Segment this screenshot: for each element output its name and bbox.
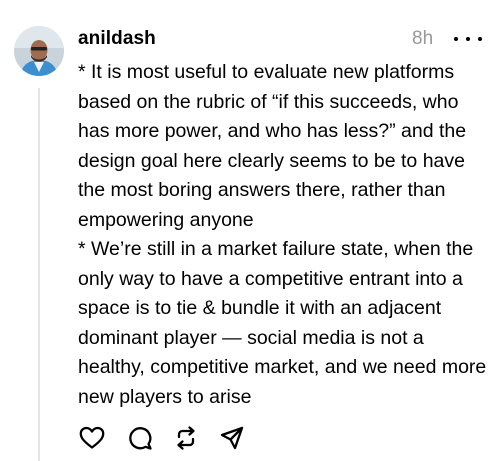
post-text: * It is most useful to evaluate new plat…	[78, 58, 493, 412]
thread-post: anildash 8h * It is most useful to evalu…	[0, 0, 499, 461]
post-text-line: empowering anyone	[78, 208, 254, 231]
share-icon[interactable]	[218, 424, 246, 452]
post-text-line: space is to tie & bundle it with an adja…	[78, 297, 442, 319]
more-options-icon[interactable]	[454, 30, 482, 48]
post-text-line: has more power, and who has less?” and t…	[78, 120, 467, 142]
avatar[interactable]	[14, 26, 64, 76]
thread-line	[38, 88, 40, 461]
post-text-line: the most boring answers there, rather th…	[78, 179, 446, 201]
post-text-line: healthy, competitive market, and we need…	[78, 356, 487, 378]
repost-icon[interactable]	[172, 424, 200, 452]
post-text-line: based on the rubric of “if this succeeds…	[78, 90, 459, 113]
heart-icon[interactable]	[78, 424, 106, 452]
post-text-line: new players to arise	[78, 385, 252, 408]
username[interactable]: anildash	[78, 27, 156, 51]
post-text-line: * It is most useful to evaluate new plat…	[78, 61, 455, 83]
timestamp[interactable]: 8h	[412, 27, 433, 51]
post-text-line: dominant player — social media is not a	[78, 326, 424, 349]
comment-icon[interactable]	[126, 424, 154, 452]
post-text-line: design goal here clearly seems to be to …	[78, 149, 465, 172]
post-text-line: only way to have a competitive entrant i…	[78, 267, 463, 290]
post-text-line: * We’re still in a market failure state,…	[78, 238, 474, 260]
